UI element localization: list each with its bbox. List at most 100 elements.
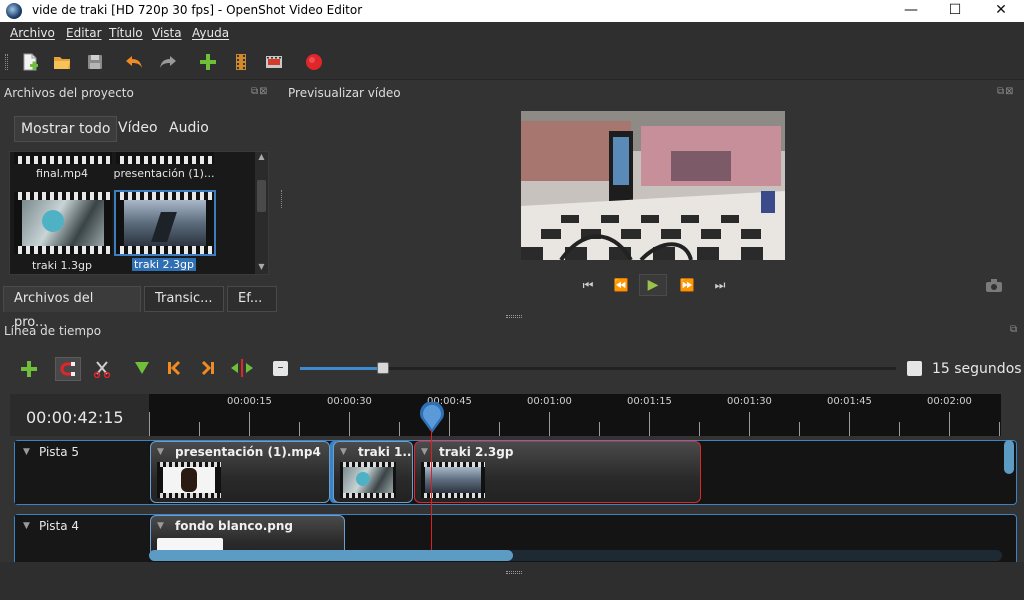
open-project-icon[interactable] [52, 52, 72, 72]
maximize-button[interactable]: ☐ [932, 0, 978, 22]
file-thumbnail-traki-2[interactable] [114, 190, 216, 256]
tab-effects[interactable]: Ef... [227, 286, 277, 312]
clip-traki-1[interactable]: ▼ traki 1.... [333, 441, 413, 503]
tab-project-files[interactable]: Archivos del pro... [3, 286, 141, 330]
bottom-splitter[interactable] [506, 571, 522, 574]
ruler-label: 00:02:00 [927, 396, 972, 407]
ruler-tick [149, 412, 150, 436]
project-files-list: final.mp4 presentación (1)... traki 1.3g… [9, 151, 269, 275]
scrollbar-thumb[interactable] [149, 550, 513, 561]
timeline-vertical-scrollbar[interactable] [1003, 440, 1015, 562]
menu-titulo[interactable]: Título [109, 26, 143, 40]
filter-video[interactable]: Vídeo [112, 116, 164, 142]
preview-title: Previsualizar vídeo [288, 86, 401, 100]
project-files-scrollbar[interactable]: ▲ ▼ [255, 152, 268, 274]
clip-menu-icon[interactable]: ▼ [340, 447, 347, 457]
project-files-title: Archivos del proyecto [4, 86, 134, 100]
scroll-up-icon[interactable]: ▲ [255, 152, 268, 164]
splitter-handle[interactable] [281, 190, 284, 208]
filter-show-all[interactable]: Mostrar todo [14, 116, 118, 142]
undo-icon[interactable] [124, 52, 144, 72]
file-thumbnail[interactable] [14, 152, 112, 164]
clip-menu-icon[interactable]: ▼ [421, 447, 428, 457]
preview-dock-buttons[interactable]: ⧉⊠ [997, 86, 1015, 97]
add-track-icon[interactable] [20, 360, 38, 378]
scrollbar-thumb[interactable] [257, 180, 266, 212]
redo-icon[interactable] [158, 52, 178, 72]
menu-bar: Archivo Editar Título Vista Ayuda [0, 22, 1024, 44]
ruler-tick [699, 422, 700, 436]
file-name: final.mp4 [36, 167, 88, 180]
zoom-slider-handle[interactable] [377, 362, 389, 374]
zoom-in-icon[interactable] [907, 361, 922, 376]
zoom-out-icon[interactable]: – [273, 361, 288, 376]
clip-traki-2-selected[interactable]: ▼ traki 2.3gp [414, 441, 701, 503]
fast-forward-icon[interactable]: ⏩ [677, 276, 697, 294]
snapping-icon [60, 362, 75, 376]
zoom-slider-fill [300, 367, 382, 370]
file-thumbnail-traki-1[interactable] [14, 192, 112, 254]
track-name: Pista 5 [39, 445, 80, 459]
choose-profile-icon[interactable] [231, 52, 251, 72]
previous-marker-icon[interactable] [166, 360, 182, 376]
import-files-icon[interactable] [198, 52, 218, 72]
clip-menu-icon[interactable]: ▼ [157, 447, 164, 457]
fullscreen-icon[interactable] [264, 52, 284, 72]
clip-presentacion[interactable]: ▼ presentación (1).mp4 [150, 441, 330, 503]
center-playhead-icon[interactable] [230, 359, 254, 377]
ruler-label: 00:01:30 [727, 396, 772, 407]
clip-title: presentación (1).mp4 [175, 445, 321, 459]
clip-menu-icon[interactable]: ▼ [157, 521, 164, 531]
scrollbar-thumb[interactable] [1004, 440, 1014, 474]
filter-audio[interactable]: Audio [163, 116, 215, 142]
track-header[interactable]: ▼ Pista 5 [15, 441, 149, 504]
menu-editar[interactable]: Editar [66, 26, 102, 40]
next-marker-icon[interactable] [200, 360, 216, 376]
minimize-button[interactable]: — [888, 0, 934, 22]
camera-icon[interactable] [986, 279, 1002, 292]
menu-ayuda[interactable]: Ayuda [192, 26, 229, 40]
main-toolbar [0, 44, 1024, 80]
project-files-dock-buttons[interactable]: ⧉⊠ [251, 86, 269, 97]
timeline-dock-buttons[interactable]: ⧉ [1010, 324, 1018, 335]
scroll-down-icon[interactable]: ▼ [255, 262, 268, 274]
track-menu-icon[interactable]: ▼ [23, 521, 30, 531]
menu-archivo[interactable]: Archivo [10, 26, 55, 40]
playhead-handle[interactable] [419, 402, 445, 434]
ruler-tick [449, 412, 450, 436]
clip-thumbnail [340, 462, 396, 498]
timeline-horizontal-scrollbar[interactable] [149, 550, 1002, 561]
ruler-tick [599, 422, 600, 436]
timeline-ruler[interactable]: 00:00:15 00:00:30 00:00:45 00:01:00 00:0… [149, 394, 1001, 436]
panel-splitter[interactable] [506, 315, 522, 318]
export-video-icon[interactable] [304, 52, 324, 72]
ruler-tick [549, 412, 550, 436]
toolbar-grip[interactable] [5, 54, 8, 70]
play-icon[interactable]: ▶ [639, 274, 667, 296]
timeline-title: Línea de tiempo [4, 324, 102, 338]
rewind-icon[interactable]: ⏪ [611, 276, 631, 294]
ruler-tick [949, 412, 950, 436]
tab-transitions[interactable]: Transic... [144, 286, 224, 312]
razor-icon[interactable] [93, 360, 111, 378]
save-project-icon[interactable] [85, 52, 105, 72]
ruler-tick [299, 422, 300, 436]
menu-vista[interactable]: Vista [152, 26, 182, 40]
snapping-toggle[interactable] [55, 357, 81, 381]
zoom-label: 15 segundos [932, 361, 1022, 377]
ruler-tick [249, 412, 250, 436]
ruler-label: 00:01:45 [827, 396, 872, 407]
add-marker-icon[interactable] [133, 360, 151, 376]
jump-end-icon[interactable]: ⏭ [710, 276, 730, 294]
ruler-tick [349, 412, 350, 436]
close-button[interactable]: ✕ [978, 0, 1024, 22]
track-menu-icon[interactable]: ▼ [23, 447, 30, 457]
new-project-icon[interactable] [20, 52, 40, 72]
file-thumbnail[interactable] [116, 152, 214, 164]
file-name: presentación (1)... [113, 167, 215, 180]
bottom-area [0, 562, 1024, 600]
zoom-slider-track[interactable] [300, 367, 896, 370]
jump-start-icon[interactable]: ⏮ [578, 276, 598, 294]
ruler-label: 00:01:00 [527, 396, 572, 407]
current-timecode: 00:00:42:15 [26, 408, 124, 427]
